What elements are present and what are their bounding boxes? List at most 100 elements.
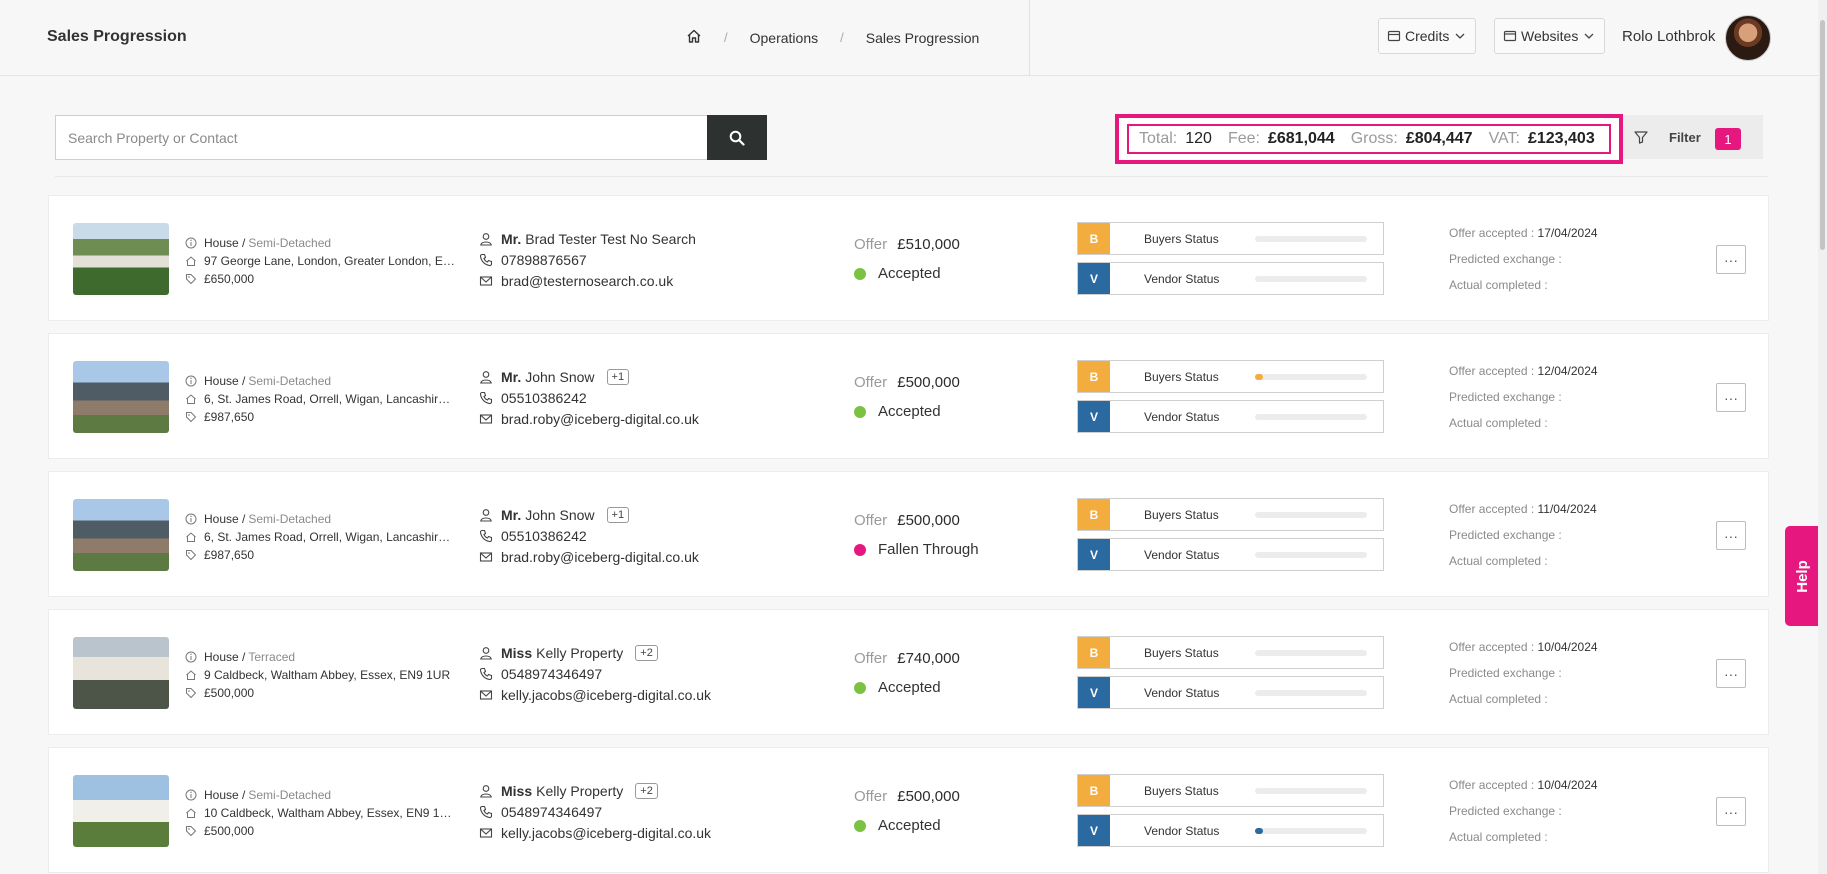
info-icon (185, 237, 197, 249)
websites-dropdown[interactable]: Websites (1494, 18, 1606, 54)
offer-label: Offer (854, 788, 888, 805)
buyers-status-bar[interactable]: B Buyers Status (1077, 636, 1384, 669)
contact-email[interactable]: brad.roby@iceberg-digital.co.uk (501, 411, 699, 427)
vendor-status-bar[interactable]: V Vendor Status (1077, 262, 1384, 295)
vendor-status-bar[interactable]: V Vendor Status (1077, 814, 1384, 847)
gross-label: Gross: (1350, 130, 1398, 147)
sale-row[interactable]: House / Semi-Detached 6, St. James Road,… (48, 471, 1769, 597)
phone-icon (479, 391, 493, 405)
vendor-status-bar[interactable]: V Vendor Status (1077, 676, 1384, 709)
search-button[interactable] (707, 115, 767, 160)
predicted-exchange-label: Predicted exchange : (1449, 390, 1562, 404)
contact-name[interactable]: John Snow (525, 507, 594, 523)
ellipsis-icon: ··· (1724, 527, 1738, 544)
extra-contacts-badge[interactable]: +1 (606, 506, 630, 523)
buyers-progress-track (1255, 373, 1367, 380)
contact-name[interactable]: Brad Tester Test No Search (525, 231, 696, 247)
filter-button[interactable]: Filter (1623, 115, 1763, 159)
sale-row[interactable]: House / Terraced 9 Caldbeck, Waltham Abb… (48, 609, 1769, 735)
sale-row[interactable]: House / Semi-Detached 97 George Lane, Lo… (48, 195, 1769, 321)
buyers-progress-track (1255, 787, 1367, 794)
contact-name[interactable]: Kelly Property (536, 783, 623, 799)
offer-status: Accepted (854, 265, 941, 282)
contact-email[interactable]: kelly.jacobs@iceberg-digital.co.uk (501, 687, 711, 703)
contact-name[interactable]: John Snow (525, 369, 594, 385)
contact-email[interactable]: brad.roby@iceberg-digital.co.uk (501, 549, 699, 565)
contact-name[interactable]: Kelly Property (536, 645, 623, 661)
extra-contacts-badge[interactable]: +1 (606, 368, 630, 385)
info-icon (185, 651, 197, 663)
contact-email[interactable]: kelly.jacobs@iceberg-digital.co.uk (501, 825, 711, 841)
predicted-exchange-label: Predicted exchange : (1449, 666, 1562, 680)
summary-totals: Total: 120 Fee: £681,044 Gross: £804,447… (1127, 124, 1611, 154)
help-tab[interactable]: Help (1785, 526, 1819, 626)
sale-row[interactable]: House / Semi-Detached 10 Caldbeck, Walth… (48, 747, 1769, 873)
more-options-button[interactable]: ··· (1716, 797, 1746, 826)
property-address[interactable]: 6, St. James Road, Orrell, Wigan, Lancas… (204, 530, 456, 544)
buyers-status-bar[interactable]: B Buyers Status (1077, 360, 1384, 393)
property-thumbnail[interactable] (73, 499, 169, 571)
buyers-status-label: Buyers Status (1144, 783, 1219, 798)
mail-icon (479, 826, 493, 840)
property-thumbnail[interactable] (73, 223, 169, 295)
breadcrumb-sales-progression[interactable]: Sales Progression (866, 30, 980, 46)
buyers-status-bar[interactable]: B Buyers Status (1077, 498, 1384, 531)
offer-amount: Offer £500,000 (854, 374, 960, 391)
credits-dropdown[interactable]: Credits (1378, 18, 1477, 54)
vendor-status-bar[interactable]: V Vendor Status (1077, 538, 1384, 571)
user-name[interactable]: Rolo Lothbrok (1622, 28, 1715, 45)
breadcrumb-operations[interactable]: Operations (750, 30, 818, 46)
more-options-button[interactable]: ··· (1716, 245, 1746, 274)
buyers-status-bar[interactable]: B Buyers Status (1077, 222, 1384, 255)
sale-dates: Offer accepted : 10/04/2024 Predicted ex… (1449, 640, 1598, 718)
mail-icon (479, 550, 493, 564)
home-icon[interactable] (686, 28, 702, 47)
phone-icon (479, 529, 493, 543)
contact-phone[interactable]: 0548974346497 (501, 666, 602, 682)
buyers-progress-track (1255, 235, 1367, 242)
offer-label: Offer (854, 512, 888, 529)
property-address[interactable]: 97 George Lane, London, Greater London, … (204, 254, 456, 268)
avatar[interactable] (1725, 15, 1771, 61)
property-details: House / Semi-Detached 97 George Lane, Lo… (185, 234, 456, 288)
breadcrumb-separator: / (840, 30, 844, 45)
sale-row[interactable]: House / Semi-Detached 6, St. James Road,… (48, 333, 1769, 459)
credits-icon (1387, 30, 1401, 42)
contact-salutation: Mr. (501, 368, 522, 385)
buyers-status-bar[interactable]: B Buyers Status (1077, 774, 1384, 807)
contact-salutation: Miss (501, 644, 533, 661)
property-thumbnail[interactable] (73, 775, 169, 847)
property-price: £987,650 (204, 410, 255, 424)
offer-value: £500,000 (897, 512, 960, 529)
contact-email[interactable]: brad@testernosearch.co.uk (501, 273, 673, 289)
property-type: House (204, 788, 239, 802)
more-options-button[interactable]: ··· (1716, 383, 1746, 412)
contact-phone[interactable]: 0548974346497 (501, 804, 602, 820)
property-address[interactable]: 6, St. James Road, Orrell, Wigan, Lancas… (204, 392, 456, 406)
vendor-status-bar[interactable]: V Vendor Status (1077, 400, 1384, 433)
ellipsis-icon: ··· (1724, 665, 1738, 682)
property-thumbnail[interactable] (73, 361, 169, 433)
vendor-status-label: Vendor Status (1144, 685, 1220, 700)
header-divider (1029, 0, 1030, 76)
vendor-progress-fill (1255, 827, 1263, 834)
offer-accepted-date: 10/04/2024 (1537, 778, 1598, 792)
more-options-button[interactable]: ··· (1716, 521, 1746, 550)
buyers-tag: B (1078, 361, 1110, 392)
more-options-button[interactable]: ··· (1716, 659, 1746, 688)
property-thumbnail[interactable] (73, 637, 169, 709)
buyers-status-label: Buyers Status (1144, 369, 1219, 384)
extra-contacts-badge[interactable]: +2 (635, 782, 658, 799)
vendor-tag: V (1078, 263, 1110, 294)
contact-phone[interactable]: 05510386242 (501, 390, 587, 406)
property-address[interactable]: 10 Caldbeck, Waltham Abbey, Essex, EN9 1… (204, 806, 456, 820)
home-icon (185, 255, 197, 267)
contact-phone[interactable]: 07898876567 (501, 252, 587, 268)
scrollbar-thumb[interactable] (1820, 20, 1825, 250)
property-address[interactable]: 9 Caldbeck, Waltham Abbey, Essex, EN9 1U… (204, 668, 450, 682)
search-input[interactable] (55, 115, 707, 160)
contact-phone[interactable]: 05510386242 (501, 528, 587, 544)
vendor-tag: V (1078, 401, 1110, 432)
status-text: Accepted (878, 265, 941, 282)
extra-contacts-badge[interactable]: +2 (635, 644, 658, 661)
